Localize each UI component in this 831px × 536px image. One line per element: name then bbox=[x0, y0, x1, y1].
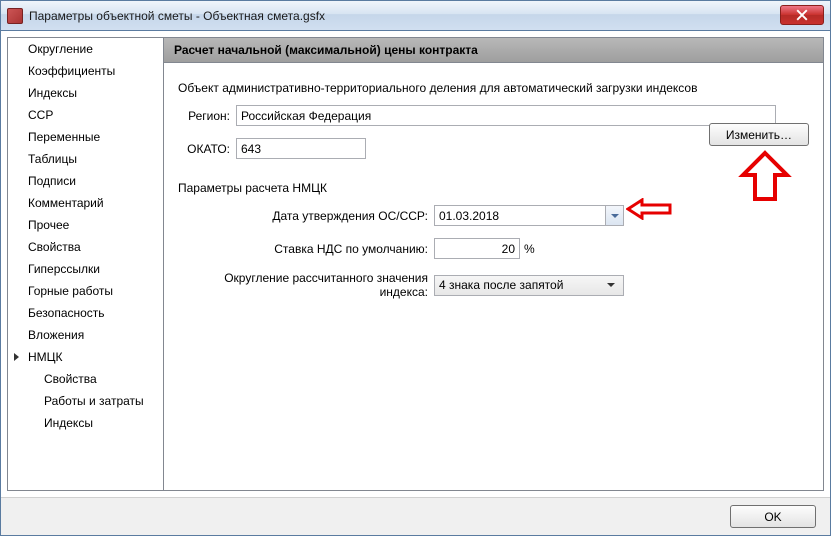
sidebar-item-rounding[interactable]: Округление bbox=[8, 38, 163, 60]
sidebar-item-label: Коэффициенты bbox=[28, 64, 115, 78]
sidebar-item-label: Переменные bbox=[28, 130, 100, 144]
sidebar-item-mining[interactable]: Горные работы bbox=[8, 280, 163, 302]
sidebar-item-label: Индексы bbox=[44, 416, 93, 430]
dialog-window: Параметры объектной сметы - Объектная см… bbox=[0, 0, 831, 536]
row-date: Дата утверждения ОС/ССР: bbox=[178, 205, 809, 226]
sidebar-item-label: Прочее bbox=[28, 218, 69, 232]
footer: OK bbox=[1, 497, 830, 535]
section-label-nmck: Параметры расчета НМЦК bbox=[178, 181, 809, 195]
sidebar-item-signatures[interactable]: Подписи bbox=[8, 170, 163, 192]
content-body: Объект административно-территориального … bbox=[164, 63, 823, 490]
region-label: Регион: bbox=[178, 109, 236, 123]
content-header: Расчет начальной (максимальной) цены кон… bbox=[164, 38, 823, 63]
sidebar-item-security[interactable]: Безопасность bbox=[8, 302, 163, 324]
sidebar-item-hyperlinks[interactable]: Гиперссылки bbox=[8, 258, 163, 280]
section-label-territory: Объект административно-территориального … bbox=[178, 81, 809, 95]
rounding-label: Округление рассчитанного значения индекс… bbox=[178, 271, 434, 299]
chevron-down-icon bbox=[607, 281, 615, 289]
window-title: Параметры объектной сметы - Объектная см… bbox=[29, 9, 325, 23]
sidebar-item-label: НМЦК bbox=[28, 350, 63, 364]
sidebar-subitem-indexes[interactable]: Индексы bbox=[8, 412, 163, 434]
vat-label: Ставка НДС по умолчанию: bbox=[178, 242, 434, 256]
ok-button[interactable]: OK bbox=[730, 505, 816, 528]
date-input[interactable] bbox=[435, 206, 605, 225]
chevron-down-icon bbox=[611, 212, 619, 220]
body-area: Округление Коэффициенты Индексы ССР Пере… bbox=[1, 31, 830, 497]
sidebar-item-label: Индексы bbox=[28, 86, 77, 100]
content-panel: Расчет начальной (максимальной) цены кон… bbox=[164, 37, 824, 491]
sidebar-item-comment[interactable]: Комментарий bbox=[8, 192, 163, 214]
rounding-select[interactable]: 4 знака после запятой bbox=[434, 275, 624, 296]
sidebar-item-label: Вложения bbox=[28, 328, 84, 342]
rounding-select-value: 4 знака после запятой bbox=[439, 278, 603, 292]
vat-input[interactable] bbox=[434, 238, 520, 259]
sidebar: Округление Коэффициенты Индексы ССР Пере… bbox=[7, 37, 164, 491]
sidebar-item-label: Подписи bbox=[28, 174, 76, 188]
sidebar-item-label: Свойства bbox=[44, 372, 97, 386]
sidebar-item-ssr[interactable]: ССР bbox=[8, 104, 163, 126]
vat-percent-sign: % bbox=[524, 242, 535, 256]
sidebar-subitem-works[interactable]: Работы и затраты bbox=[8, 390, 163, 412]
sidebar-item-nmck[interactable]: НМЦК bbox=[8, 346, 163, 368]
rounding-dropdown-button[interactable] bbox=[603, 281, 619, 289]
sidebar-item-properties[interactable]: Свойства bbox=[8, 236, 163, 258]
sidebar-item-indexes[interactable]: Индексы bbox=[8, 82, 163, 104]
close-button[interactable] bbox=[780, 5, 824, 25]
sidebar-item-coefficients[interactable]: Коэффициенты bbox=[8, 60, 163, 82]
date-dropdown-button[interactable] bbox=[605, 206, 623, 225]
sidebar-item-label: Безопасность bbox=[28, 306, 105, 320]
sidebar-item-label: Комментарий bbox=[28, 196, 104, 210]
sidebar-subitem-properties[interactable]: Свойства bbox=[8, 368, 163, 390]
titlebar: Параметры объектной сметы - Объектная см… bbox=[1, 1, 830, 31]
sidebar-item-label: Свойства bbox=[28, 240, 81, 254]
row-rounding: Округление рассчитанного значения индекс… bbox=[178, 271, 809, 299]
sidebar-item-variables[interactable]: Переменные bbox=[8, 126, 163, 148]
date-picker[interactable] bbox=[434, 205, 624, 226]
row-vat: Ставка НДС по умолчанию: % bbox=[178, 238, 809, 259]
app-icon bbox=[7, 8, 23, 24]
change-button[interactable]: Изменить… bbox=[709, 123, 809, 146]
close-icon bbox=[796, 9, 808, 21]
sidebar-item-label: Гиперссылки bbox=[28, 262, 100, 276]
sidebar-item-label: Горные работы bbox=[28, 284, 113, 298]
sidebar-item-attachments[interactable]: Вложения bbox=[8, 324, 163, 346]
sidebar-item-label: Работы и затраты bbox=[44, 394, 144, 408]
sidebar-item-label: Таблицы bbox=[28, 152, 77, 166]
sidebar-item-tables[interactable]: Таблицы bbox=[8, 148, 163, 170]
date-label: Дата утверждения ОС/ССР: bbox=[178, 209, 434, 223]
sidebar-item-label: Округление bbox=[28, 42, 93, 56]
okato-input[interactable] bbox=[236, 138, 366, 159]
region-input[interactable] bbox=[236, 105, 776, 126]
sidebar-item-label: ССР bbox=[28, 108, 53, 122]
sidebar-item-other[interactable]: Прочее bbox=[8, 214, 163, 236]
okato-label: ОКАТО: bbox=[178, 142, 236, 156]
change-button-wrap: Изменить… bbox=[709, 123, 809, 146]
